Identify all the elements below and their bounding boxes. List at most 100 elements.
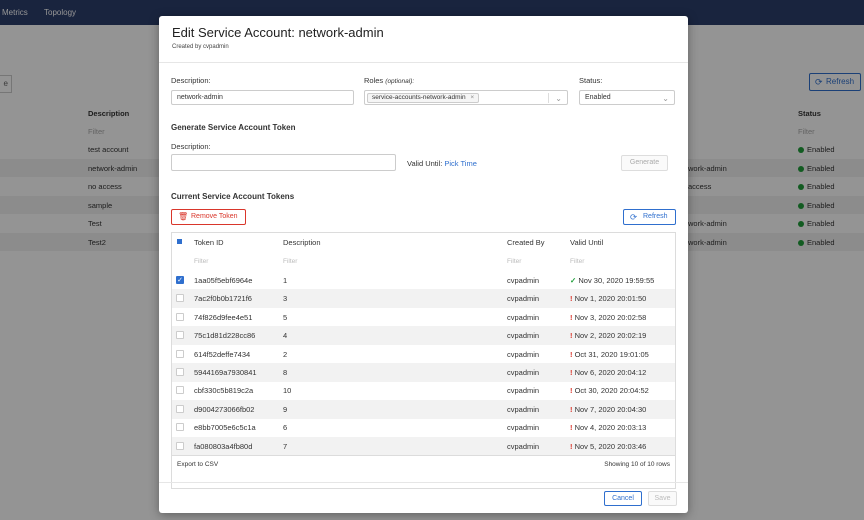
column-created-by[interactable]: Created By (507, 238, 545, 247)
row-valid-until: ! Oct 30, 2020 20:04:52 (570, 386, 649, 395)
valid-until-label: Valid Until: (407, 159, 443, 168)
refresh-icon: ⟳ (630, 212, 638, 222)
description-label: Description: (171, 76, 211, 85)
token-description-input[interactable] (171, 154, 396, 171)
tokens-table: Token ID Description Created By Valid Un… (171, 232, 676, 489)
row-description: 10 (283, 386, 292, 396)
valid-until-group: Valid Until: Pick Time (407, 159, 477, 168)
warning-icon: ! (570, 312, 573, 322)
check-icon: ✓ (570, 276, 577, 285)
row-description: 6 (283, 423, 288, 433)
row-created-by: cvpadmin (507, 441, 540, 451)
status-select-value: Enabled (585, 94, 611, 101)
row-token-id: d9004273066fb02 (194, 404, 255, 414)
row-valid-until-text: Nov 4, 2020 20:03:13 (574, 423, 647, 433)
row-token-id: cbf330c5b819c2a (194, 386, 254, 396)
column-token-id[interactable]: Token ID (194, 238, 224, 247)
table-row[interactable]: 7ac2f0b0b1721f6 3 cvpadmin! Nov 1, 2020 20… (172, 289, 675, 309)
row-valid-until-text: Nov 3, 2020 20:02:58 (574, 312, 647, 322)
row-description: 1 (283, 276, 288, 285)
filter-valid-until[interactable]: Filter (570, 258, 584, 265)
refresh-tokens-button[interactable]: ⟳ Refresh (623, 209, 676, 225)
select-all-checkbox[interactable] (176, 238, 184, 246)
row-description: 3 (283, 294, 288, 304)
filter-token-id[interactable]: Filter (194, 258, 208, 265)
table-row[interactable]: 74f826d9fee4e51 5 cvpadmin! Nov 3, 2020 20… (172, 308, 675, 327)
table-row[interactable]: e8bb7005e6c5c1a 6 cvpadmin! Nov 4, 2020 20… (172, 418, 675, 437)
row-checkbox[interactable] (176, 386, 184, 395)
row-checkbox[interactable] (176, 404, 184, 413)
row-created-by: cvpadmin (507, 312, 540, 322)
status-select[interactable]: Enabled ⌄ (579, 90, 675, 105)
warning-icon: ! (570, 294, 573, 304)
row-valid-until: ! Nov 7, 2020 20:04:30 (570, 405, 646, 414)
remove-token-label: Remove Token (191, 213, 238, 220)
row-token-id: 74f826d9fee4e51 (194, 312, 253, 322)
row-created-by: cvpadmin (507, 423, 540, 433)
warning-icon: ! (570, 441, 573, 451)
warning-icon: ! (570, 349, 573, 359)
warning-icon: ! (570, 404, 573, 414)
table-row[interactable]: cbf330c5b819c2a 10 cvpadmin! Oct 30, 2020 … (172, 381, 675, 400)
filter-description[interactable]: Filter (283, 258, 297, 265)
modal-title: Edit Service Account: network-admin (172, 25, 384, 40)
description-input[interactable]: network-admin (171, 90, 354, 105)
row-token-id: fa080803a4fb80d (194, 441, 253, 451)
generate-button[interactable]: Generate (621, 155, 668, 171)
column-valid-until[interactable]: Valid Until (570, 238, 603, 247)
row-checkbox[interactable] (176, 331, 184, 340)
row-token-id: 614f52deffe7434 (194, 349, 251, 359)
row-valid-until-text: Oct 30, 2020 20:04:52 (574, 386, 649, 396)
row-checkbox[interactable] (176, 349, 184, 358)
row-valid-until: ! Oct 31, 2020 19:01:05 (570, 350, 649, 359)
warning-icon: ! (570, 368, 573, 377)
row-token-id: 1aa05f5ebf6964e (194, 276, 253, 285)
warning-icon: ! (570, 423, 573, 433)
export-csv-link[interactable]: Export to CSV (177, 461, 218, 468)
pick-time-link[interactable]: Pick Time (444, 159, 477, 168)
role-chip-label: service-accounts-network-admin (372, 94, 466, 101)
table-row[interactable]: 75c1d81d228cc86 4 cvpadmin! Nov 2, 2020 20… (172, 326, 675, 346)
row-created-by: cvpadmin (507, 276, 540, 285)
table-row[interactable]: 5944169a7930841 8 cvpadmin! Nov 6, 2020 20… (172, 363, 675, 382)
row-valid-until-text: Nov 1, 2020 20:01:50 (574, 294, 647, 304)
row-checkbox[interactable] (176, 312, 184, 321)
warning-icon: ! (570, 331, 573, 341)
save-button[interactable]: Save (648, 491, 677, 506)
row-valid-until-text: Nov 7, 2020 20:04:30 (574, 404, 647, 414)
chevron-down-icon: ⌄ (662, 94, 669, 103)
row-token-id: 5944169a7930841 (194, 368, 257, 377)
row-valid-until: ! Nov 6, 2020 20:04:12 (570, 368, 646, 377)
row-created-by: cvpadmin (507, 404, 540, 414)
row-checkbox[interactable] (176, 423, 184, 432)
role-chip-remove-icon[interactable]: × (470, 94, 474, 101)
row-checkbox[interactable] (176, 368, 184, 376)
status-label: Status: (579, 76, 603, 85)
remove-token-button[interactable]: 🗑 Remove Token (171, 209, 246, 225)
row-token-id: 7ac2f0b0b1721f6 (194, 294, 252, 304)
row-description: 7 (283, 441, 288, 451)
roles-label: Roles (optional): (364, 76, 414, 85)
row-created-by: cvpadmin (507, 349, 540, 359)
row-valid-until: ! Nov 3, 2020 20:02:58 (570, 313, 646, 322)
row-checkbox[interactable]: ✓ (176, 276, 184, 284)
row-checkbox[interactable] (176, 294, 184, 303)
table-row[interactable]: fa080803a4fb80d 7 cvpadmin! Nov 5, 2020 20… (172, 436, 675, 456)
generate-token-section-title: Generate Service Account Token (171, 123, 296, 132)
row-token-id: 75c1d81d228cc86 (194, 331, 256, 341)
filter-created-by[interactable]: Filter (507, 258, 521, 265)
refresh-tokens-label: Refresh (643, 213, 668, 220)
row-valid-until: ! Nov 4, 2020 20:03:13 (570, 423, 646, 432)
table-row[interactable]: ✓ 1aa05f5ebf6964e 1 cvpadmin ✓ Nov 30, 2020 … (172, 271, 675, 290)
row-description: 4 (283, 331, 288, 341)
row-valid-until-text: Nov 30, 2020 19:59:55 (578, 276, 655, 285)
chevron-down-icon[interactable]: ⌄ (555, 92, 562, 105)
table-row[interactable]: 614f52deffe7434 2 cvpadmin! Oct 31, 2020 1… (172, 345, 675, 364)
row-token-id: e8bb7005e6c5c1a (194, 423, 256, 433)
roles-select[interactable]: service-accounts-network-admin × ⌄ (364, 90, 568, 105)
cancel-button[interactable]: Cancel (604, 491, 642, 506)
row-checkbox[interactable] (176, 441, 184, 450)
table-row[interactable]: d9004273066fb02 9 cvpadmin! Nov 7, 2020 20… (172, 399, 675, 419)
token-description-label: Description: (171, 142, 211, 151)
column-description[interactable]: Description (283, 238, 321, 247)
